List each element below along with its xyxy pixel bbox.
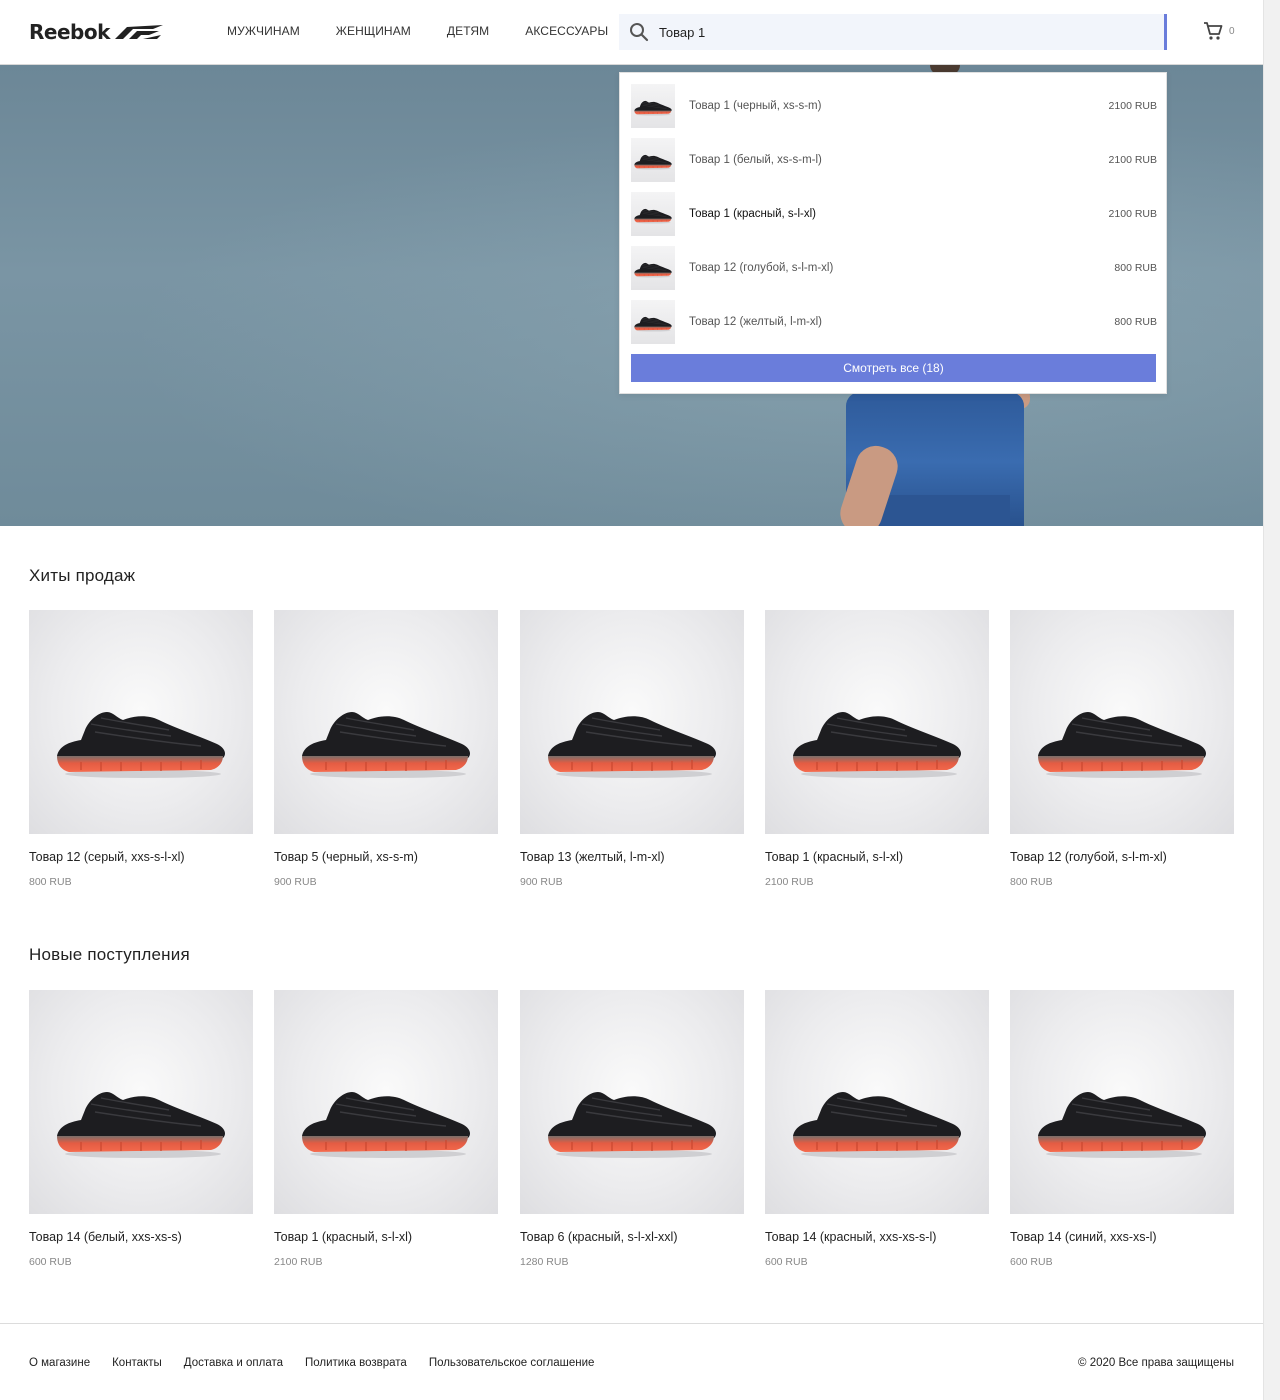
suggestion-price: 800 RUB [1114, 262, 1157, 274]
product-card[interactable]: Товар 12 (серый, xxs-s-l-xl) 800 RUB [29, 610, 253, 888]
suggestion-item[interactable]: Товар 1 (белый, xs-s-m-l) 2100 RUB [631, 138, 1157, 182]
product-card[interactable]: Товар 1 (красный, s-l-xl) 2100 RUB [765, 610, 989, 888]
footer-link-contacts[interactable]: Контакты [112, 1357, 162, 1369]
footer-link-terms[interactable]: Пользовательское соглашение [429, 1357, 595, 1369]
suggestion-name: Товар 12 (голубой, s-l-m-xl) [689, 262, 834, 274]
nav-kids[interactable]: ДЕТЯМ [447, 24, 489, 38]
suggestion-price: 2100 RUB [1108, 100, 1157, 112]
search-input[interactable] [659, 14, 1139, 50]
new-arrivals-title: Новые поступления [29, 945, 190, 964]
product-card[interactable]: Товар 14 (красный, xxs-xs-s-l) 600 RUB [765, 990, 989, 1268]
product-image[interactable] [274, 990, 498, 1214]
product-image[interactable] [274, 610, 498, 834]
bestsellers-title: Хиты продаж [29, 566, 136, 585]
product-name[interactable]: Товар 6 (красный, s-l-xl-xxl) [520, 1230, 678, 1244]
product-card[interactable]: Товар 5 (черный, xs-s-m) 900 RUB [274, 610, 498, 888]
suggestion-thumbnail [631, 84, 675, 128]
suggestion-name: Товар 1 (черный, xs-s-m) [689, 100, 822, 112]
search-suggestions: Товар 1 (черный, xs-s-m) 2100 RUB Товар … [619, 72, 1167, 394]
search-icon[interactable] [629, 22, 649, 42]
suggestion-thumbnail [631, 300, 675, 344]
product-price: 2100 RUB [274, 1256, 323, 1268]
footer-links: О магазине Контакты Доставка и оплата По… [29, 1357, 616, 1369]
reebok-delta-icon [114, 25, 163, 39]
cart-button[interactable]: 0 [1203, 21, 1235, 41]
search-box[interactable] [619, 14, 1167, 50]
site-footer: О магазине Контакты Доставка и оплата По… [0, 1323, 1263, 1400]
cart-count: 0 [1229, 25, 1235, 37]
nav-men[interactable]: МУЖЧИНАМ [227, 24, 300, 38]
product-card[interactable]: Товар 14 (белый, xxs-xs-s) 600 RUB [29, 990, 253, 1268]
product-name[interactable]: Товар 12 (серый, xxs-s-l-xl) [29, 850, 185, 864]
product-price: 600 RUB [29, 1256, 72, 1268]
suggestion-price: 800 RUB [1114, 316, 1157, 328]
hero-model-legs [880, 495, 1010, 526]
product-name[interactable]: Товар 13 (желтый, l-m-xl) [520, 850, 665, 864]
suggestion-item[interactable]: Товар 12 (голубой, s-l-m-xl) 800 RUB [631, 246, 1157, 290]
product-card[interactable]: Товар 6 (красный, s-l-xl-xxl) 1280 RUB [520, 990, 744, 1268]
page-scrollbar[interactable] [1263, 0, 1280, 1400]
product-name[interactable]: Товар 14 (синий, xxs-xs-l) [1010, 1230, 1157, 1244]
product-image[interactable] [1010, 610, 1234, 834]
product-image[interactable] [520, 610, 744, 834]
product-price: 1280 RUB [520, 1256, 569, 1268]
product-price: 600 RUB [765, 1256, 808, 1268]
copyright: © 2020 Все права защищены [1078, 1357, 1234, 1369]
product-name[interactable]: Товар 14 (белый, xxs-xs-s) [29, 1230, 182, 1244]
product-card[interactable]: Товар 1 (красный, s-l-xl) 2100 RUB [274, 990, 498, 1268]
product-image[interactable] [520, 990, 744, 1214]
nav-accessories[interactable]: АКСЕССУАРЫ [525, 24, 608, 38]
product-card[interactable]: Товар 14 (синий, xxs-xs-l) 600 RUB [1010, 990, 1234, 1268]
product-image[interactable] [1010, 990, 1234, 1214]
product-price: 600 RUB [1010, 1256, 1053, 1268]
nav-women[interactable]: ЖЕНЩИНАМ [336, 24, 411, 38]
product-price: 900 RUB [520, 876, 563, 888]
see-all-button[interactable]: Смотреть все (18) [631, 354, 1156, 382]
product-image[interactable] [29, 610, 253, 834]
suggestion-price: 2100 RUB [1108, 154, 1157, 166]
product-price: 800 RUB [1010, 876, 1053, 888]
suggestion-name: Товар 12 (желтый, l-m-xl) [689, 316, 822, 328]
product-price: 800 RUB [29, 876, 72, 888]
suggestion-name: Товар 1 (белый, xs-s-m-l) [689, 154, 822, 166]
site-header: Reebok МУЖЧИНАМ ЖЕНЩИНАМ ДЕТЯМ АКСЕССУАР… [0, 0, 1263, 65]
suggestion-price: 2100 RUB [1108, 208, 1157, 220]
suggestion-thumbnail [631, 192, 675, 236]
suggestion-thumbnail [631, 138, 675, 182]
product-image[interactable] [29, 990, 253, 1214]
product-price: 900 RUB [274, 876, 317, 888]
suggestion-name: Товар 1 (красный, s-l-xl) [689, 208, 817, 220]
footer-link-delivery[interactable]: Доставка и оплата [184, 1357, 283, 1369]
footer-link-about[interactable]: О магазине [29, 1357, 90, 1369]
product-name[interactable]: Товар 5 (черный, xs-s-m) [274, 850, 418, 864]
product-name[interactable]: Товар 1 (красный, s-l-xl) [274, 1230, 412, 1244]
product-price: 2100 RUB [765, 876, 814, 888]
product-name[interactable]: Товар 12 (голубой, s-l-m-xl) [1010, 850, 1167, 864]
product-image[interactable] [765, 990, 989, 1214]
product-name[interactable]: Товар 14 (красный, xxs-xs-s-l) [765, 1230, 936, 1244]
product-card[interactable]: Товар 13 (желтый, l-m-xl) 900 RUB [520, 610, 744, 888]
suggestion-item-hovered[interactable]: Товар 1 (красный, s-l-xl) 2100 RUB [631, 192, 1157, 236]
footer-link-returns[interactable]: Политика возврата [305, 1357, 407, 1369]
product-name[interactable]: Товар 1 (красный, s-l-xl) [765, 850, 903, 864]
suggestion-thumbnail [631, 246, 675, 290]
cart-icon [1204, 22, 1223, 40]
product-image[interactable] [765, 610, 989, 834]
reebok-logo[interactable]: Reebok [29, 19, 165, 45]
suggestion-item[interactable]: Товар 1 (черный, xs-s-m) 2100 RUB [631, 84, 1157, 128]
product-card[interactable]: Товар 12 (голубой, s-l-m-xl) 800 RUB [1010, 610, 1234, 888]
logo-text: Reebok [29, 20, 110, 44]
main-nav: МУЖЧИНАМ ЖЕНЩИНАМ ДЕТЯМ АКСЕССУАРЫ [227, 24, 644, 38]
suggestion-item[interactable]: Товар 12 (желтый, l-m-xl) 800 RUB [631, 300, 1157, 344]
